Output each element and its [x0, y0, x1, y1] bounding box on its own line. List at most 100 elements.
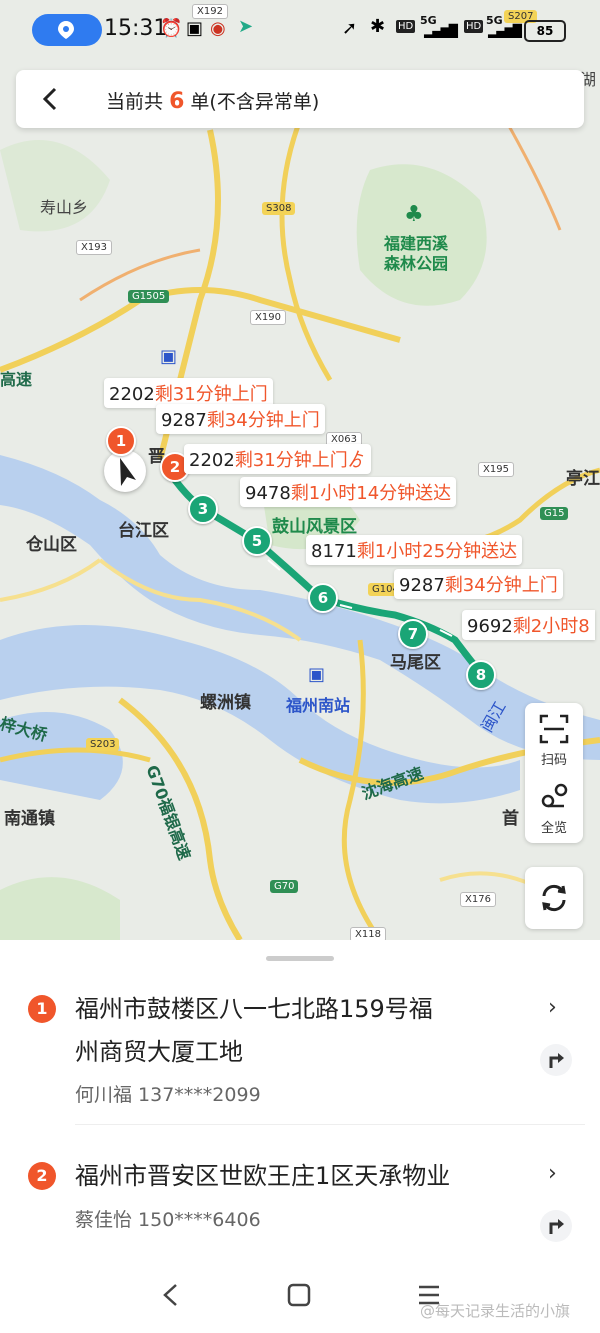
map-marker-1[interactable]: 1 — [106, 426, 136, 456]
scan-label: 扫码 — [540, 753, 567, 768]
navigate-button[interactable] — [540, 1044, 572, 1076]
map-marker-7[interactable]: 7 — [398, 619, 428, 649]
eta-clip: ゟ — [347, 450, 366, 471]
status-bar: 15:31 ⏰ ▣ ◉ ➤ X192 S207 ➚ ✱ HD 5G ▂▄▆█ H… — [0, 0, 600, 60]
eta-label[interactable]: 2202剩31分钟上门ゟ — [184, 444, 371, 474]
alarm-icon: ⏰ — [160, 18, 183, 39]
eta-order-id: 2202 — [109, 384, 155, 405]
road-badge: X195 — [478, 462, 514, 477]
map-label-taijiang: 台江区 — [118, 521, 169, 541]
map-marker-3[interactable]: 3 — [188, 494, 218, 524]
title-suffix: 单(不含异常单) — [190, 91, 320, 113]
map-label-mawei: 马尾区 — [390, 653, 441, 673]
eta-time: 剩1小时25分钟送达 — [356, 541, 518, 562]
location-arrow-icon: ➚ — [342, 18, 358, 39]
map-label-forest-park-2: 森林公园 — [384, 254, 449, 273]
app-icon: ◉ — [210, 18, 226, 39]
map-label-cangshan: 仓山区 — [26, 535, 77, 555]
location-pin-icon — [58, 21, 74, 39]
nav-back-icon[interactable] — [158, 1282, 184, 1308]
scan-icon — [539, 714, 569, 744]
order-contact: 蔡佳怡 150****6406 — [75, 1209, 261, 1231]
map-marker-8[interactable]: 8 — [466, 660, 496, 690]
app-icon-2: ➤ — [238, 16, 254, 37]
road-badge: X190 — [250, 310, 286, 325]
nfc-icon: ▣ — [186, 18, 204, 39]
road-badge: X193 — [76, 240, 112, 255]
location-pill — [32, 14, 102, 46]
status-time: 15:31 — [104, 16, 168, 41]
road-badge: G1505 — [128, 290, 170, 303]
chevron-right-icon[interactable]: › — [548, 995, 557, 1020]
refresh-icon — [542, 884, 566, 912]
eta-order-id: 9287 — [161, 410, 207, 431]
eta-order-id: 2202 — [189, 450, 235, 471]
eta-time: 剩1小时14分钟送达 — [290, 483, 452, 504]
back-button[interactable] — [36, 84, 66, 114]
eta-order-id: 9692 — [467, 616, 513, 637]
eta-label[interactable]: 8171剩1小时25分钟送达 — [306, 535, 523, 565]
battery-indicator: 85 — [524, 20, 566, 42]
road-badge: S308 — [262, 202, 296, 215]
road-badge: X192 — [192, 4, 228, 19]
order-count-title: 当前共 6 单(不含异常单) — [106, 87, 319, 114]
order-address-line: 福州市鼓楼区八一七北路159号福 — [75, 995, 433, 1023]
map-marker-5[interactable]: 5 — [242, 526, 272, 556]
nav-home-icon[interactable] — [286, 1282, 312, 1308]
road-badge: X118 — [350, 927, 386, 940]
eta-label[interactable]: 9287剩34分钟上门 — [394, 569, 563, 599]
map-label-nantong: 南通镇 — [4, 809, 55, 829]
order-number-badge: 2 — [28, 1162, 56, 1190]
order-address-line: 福州市晋安区世欧王庄1区天承物业 — [75, 1162, 451, 1190]
road-badge: S203 — [86, 738, 120, 751]
route-overview-icon — [541, 783, 568, 808]
road-badge: G15 — [540, 507, 569, 520]
header-card: 当前共 6 单(不含异常单) — [16, 70, 584, 128]
eta-order-id: 9287 — [399, 575, 445, 596]
order-contact: 何川福 137****2099 — [75, 1084, 261, 1106]
navigate-button[interactable] — [540, 1210, 572, 1242]
scan-button[interactable]: 扫码 — [525, 703, 583, 773]
eta-time: 剩34分钟上门 — [206, 410, 320, 431]
map-label-fuzhou-south: 福州南站 — [286, 696, 351, 715]
map-label-shou: 首 — [502, 809, 519, 829]
eta-order-id: 8171 — [311, 541, 357, 562]
map-marker-6[interactable]: 6 — [308, 583, 338, 613]
map-tool-group: 扫码 全览 — [525, 703, 583, 843]
signal-icon: ▂▄▆█ — [424, 24, 458, 38]
sheet-drag-handle[interactable] — [266, 956, 334, 961]
eta-time: 剩31分钟上门 — [234, 450, 348, 471]
map-label-luozhou: 螺洲镇 — [200, 693, 251, 713]
divider — [75, 1124, 585, 1125]
map-label-shoushan: 寿山乡 — [40, 198, 89, 217]
map-label-tinghu: 亭江 — [566, 469, 600, 489]
eta-label[interactable]: 9478剩1小时14分钟送达 — [240, 477, 457, 507]
order-item[interactable]: 2 福州市晋安区世欧王庄1区天承物业 蔡佳怡 150****6406 › — [0, 1155, 600, 1255]
eta-time: 剩34分钟上门 — [444, 575, 558, 596]
eta-label[interactable]: 9692剩2小时8 — [462, 610, 595, 640]
station-icon-2: ▣ — [160, 346, 178, 367]
eta-time: 剩2小时8 — [512, 616, 590, 637]
map-view[interactable]: 寿山乡 福建西溪 森林公园 ♣ 仓山区 台江区 晋 鼓山风景区 马尾区 螺洲镇 … — [0, 0, 600, 940]
map-label-gaosu: 高速 — [0, 370, 33, 389]
back-arrow-icon — [42, 87, 57, 111]
park-icon: ♣ — [404, 202, 424, 227]
eta-label[interactable]: 9287剩34分钟上门 — [156, 404, 325, 434]
order-number-badge: 1 — [28, 995, 56, 1023]
refresh-button[interactable] — [525, 867, 583, 929]
turn-arrow-icon — [549, 1053, 564, 1068]
road-badge: G70 — [270, 880, 299, 893]
station-icon: ▣ — [308, 664, 326, 685]
turn-arrow-icon — [549, 1219, 564, 1234]
overview-label: 全览 — [540, 821, 567, 836]
chevron-right-icon[interactable]: › — [548, 1161, 557, 1186]
order-count: 6 — [169, 89, 185, 114]
overview-button[interactable]: 全览 — [525, 773, 583, 843]
eta-order-id: 9478 — [245, 483, 291, 504]
map-label-gushan: 鼓山风景区 — [272, 517, 357, 537]
watermark: @每天记录生活的小旗 — [420, 1302, 571, 1320]
bluetooth-icon: ✱ — [370, 16, 386, 37]
current-location-icon — [104, 450, 146, 492]
order-item[interactable]: 1 福州市鼓楼区八一七北路159号福 州商贸大厦工地 何川福 137****20… — [0, 985, 600, 1115]
hd-icon: HD — [396, 20, 416, 33]
